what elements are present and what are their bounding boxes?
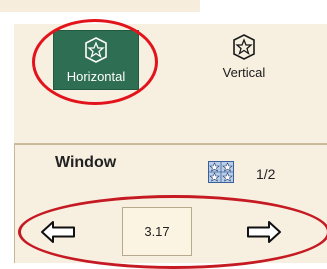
- star-badge-icon: [85, 37, 107, 63]
- horizontal-label: Horizontal: [66, 69, 126, 84]
- window-title: Window: [55, 154, 117, 171]
- left-arrow-icon[interactable]: [41, 221, 75, 243]
- star-grid-icon[interactable]: [208, 161, 234, 183]
- page-indicator: 1/2: [256, 166, 276, 182]
- vertical-label: Vertical: [222, 65, 266, 80]
- horizontal-button[interactable]: Horizontal: [53, 30, 139, 90]
- value-display: 3.17: [122, 207, 192, 256]
- star-badge-icon: [233, 34, 255, 60]
- right-arrow-icon[interactable]: [247, 221, 281, 243]
- vertical-button[interactable]: Vertical: [210, 34, 278, 90]
- top-strip: [0, 0, 200, 12]
